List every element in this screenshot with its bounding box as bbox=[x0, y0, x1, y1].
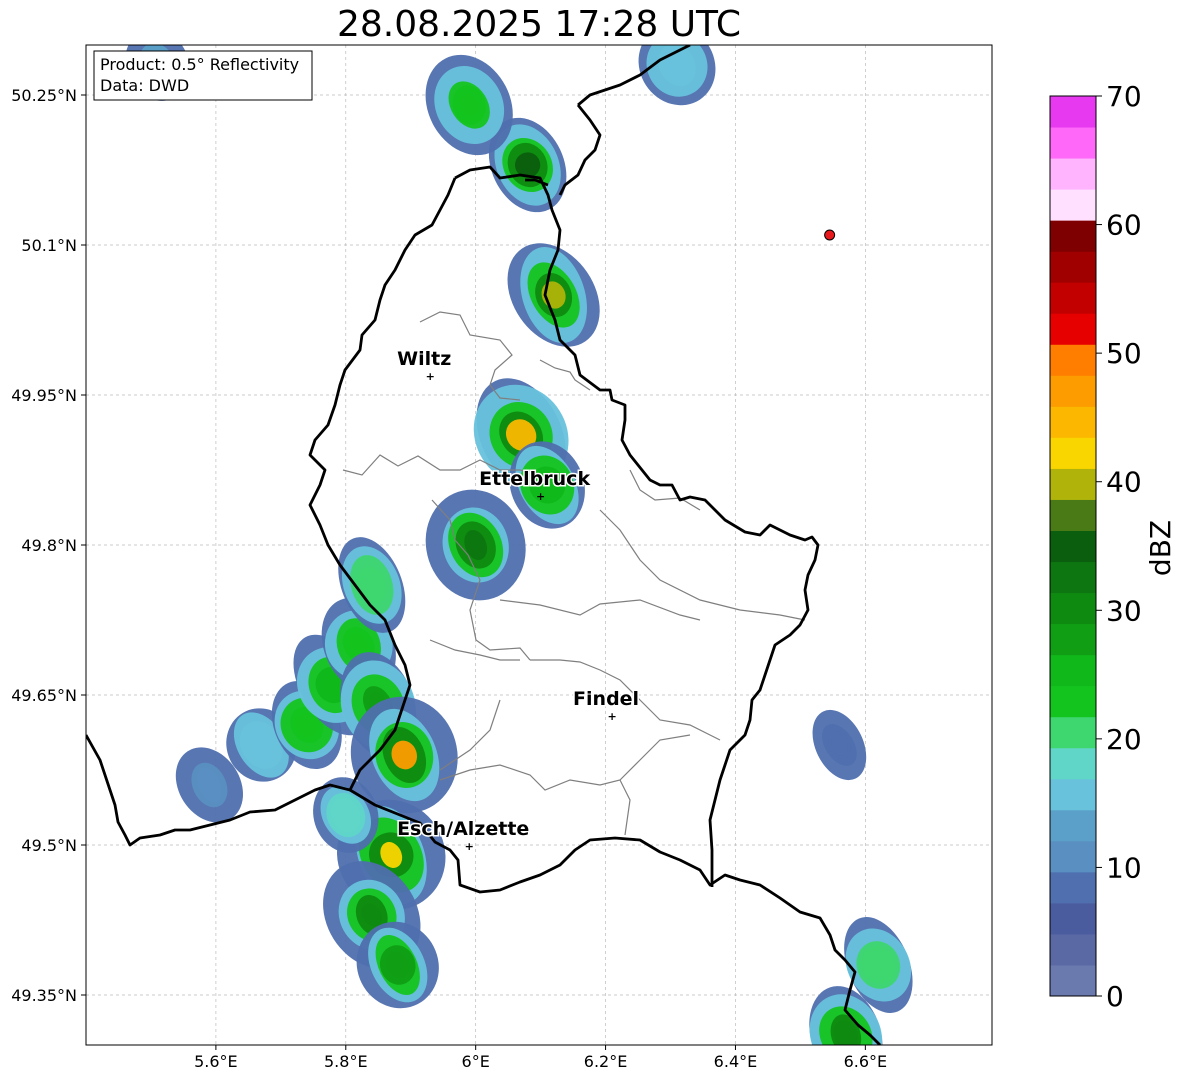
colorbar-swatch bbox=[1050, 623, 1096, 656]
colorbar-swatch bbox=[1050, 747, 1096, 780]
colorbar-swatch bbox=[1050, 809, 1096, 842]
colorbar-tick-label: 60 bbox=[1106, 209, 1142, 242]
colorbar-swatch bbox=[1050, 499, 1096, 531]
colorbar-tick-label: 0 bbox=[1106, 980, 1124, 1013]
colorbar-tick-label: 30 bbox=[1106, 594, 1142, 627]
colorbar-swatch bbox=[1050, 561, 1096, 594]
colorbar-swatch bbox=[1050, 313, 1096, 345]
colorbar-swatch bbox=[1050, 220, 1096, 252]
colorbar-swatch bbox=[1050, 127, 1096, 159]
colorbar-swatch bbox=[1050, 437, 1096, 469]
colorbar-swatch bbox=[1050, 654, 1096, 687]
colorbar-swatch bbox=[1050, 716, 1096, 749]
colorbar-swatch bbox=[1050, 685, 1096, 718]
colorbar-tick-label: 50 bbox=[1106, 337, 1142, 370]
colorbar-tick-label: 70 bbox=[1106, 80, 1142, 113]
colorbar-swatch bbox=[1050, 902, 1096, 935]
colorbar-swatch bbox=[1050, 96, 1096, 128]
colorbar-tick-label: 40 bbox=[1106, 466, 1142, 499]
colorbar-ticks: 0 10 20 30 40 50 60 70 bbox=[1096, 80, 1142, 1013]
colorbar-swatch bbox=[1050, 158, 1096, 190]
colorbar-swatch bbox=[1050, 344, 1096, 376]
colorbar: 0 10 20 30 40 50 60 70 dBZ bbox=[1049, 80, 1177, 1013]
colorbar-swatch bbox=[1050, 468, 1096, 500]
colorbar-swatch bbox=[1050, 933, 1096, 966]
colorbar-swatch bbox=[1050, 251, 1096, 283]
colorbar-tick-label: 10 bbox=[1106, 851, 1142, 884]
colorbar-swatch bbox=[1050, 375, 1096, 407]
colorbar-swatch bbox=[1050, 282, 1096, 314]
colorbar-swatch bbox=[1050, 530, 1096, 563]
colorbar-swatch bbox=[1050, 406, 1096, 438]
colorbar-swatch bbox=[1050, 189, 1096, 221]
colorbar-tick-label: 20 bbox=[1106, 723, 1142, 756]
colorbar-swatch bbox=[1050, 840, 1096, 873]
colorbar-label: dBZ bbox=[1144, 520, 1177, 576]
colorbar-swatches bbox=[1050, 96, 1096, 997]
colorbar-swatch bbox=[1050, 964, 1096, 997]
colorbar-swatch bbox=[1050, 778, 1096, 811]
colorbar-swatch bbox=[1050, 871, 1096, 904]
colorbar-swatch bbox=[1050, 592, 1096, 625]
